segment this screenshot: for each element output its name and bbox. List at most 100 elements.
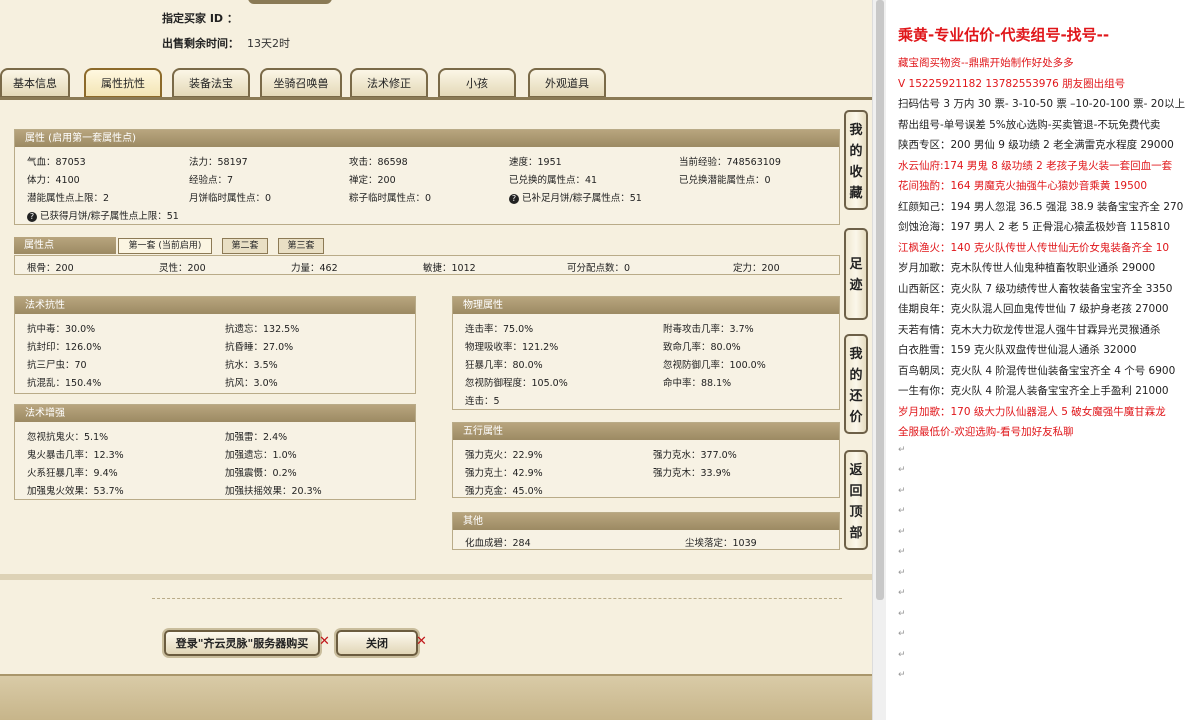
- attr-cell: 法力：58197: [189, 157, 248, 168]
- physical-cell: 命中率：88.1%: [663, 378, 732, 389]
- enhance-cell: 鬼火暴击几率：12.3%: [27, 450, 124, 461]
- vertical-scrollbar[interactable]: [872, 0, 886, 720]
- attr-cell: 月饼临时属性点：0: [189, 193, 272, 204]
- paragraph-mark: ↵: [898, 649, 906, 660]
- element-panel-title: 五行属性: [453, 423, 839, 440]
- physical-cell: 连击：5: [465, 396, 500, 407]
- point-cell: 根骨：200: [27, 263, 74, 274]
- point-cell: 可分配点数：0: [567, 263, 631, 274]
- scrollbar-thumb[interactable]: [876, 0, 884, 600]
- tab-basic-info[interactable]: 基本信息: [0, 68, 70, 98]
- tab-appearance[interactable]: 外观道具: [528, 68, 606, 98]
- attr-cell: 攻击：86598: [349, 157, 408, 168]
- doc-line: 水云仙府:174 男鬼 8 级功绩 2 老孩子鬼火装一套回血一套: [898, 159, 1173, 172]
- attr-cell-with-help: ? 已获得月饼/粽子属性点上限：51: [27, 208, 179, 222]
- attr-cell: 体力：4100: [27, 175, 80, 186]
- attributes-panel-title: 属性 (启用第一套属性点): [15, 130, 839, 147]
- element-cell: 强力克水：377.0%: [653, 450, 737, 461]
- login-purchase-button[interactable]: 登录"齐云灵脉"服务器购买: [164, 630, 320, 656]
- resist-cell: 抗水：3.5%: [225, 360, 278, 371]
- resist-cell: 抗封印：126.0%: [27, 342, 102, 353]
- game-window: 指定买家 ID ： 出售剩余时间： 13天2时 基本信息 属性抗性 装备法宝 坐…: [0, 0, 872, 720]
- doc-line: 一生有你：克火队 4 阶混人装备宝宝齐全上手盈利 21000: [898, 385, 1169, 397]
- resist-cell: 抗中毒：30.0%: [27, 324, 96, 335]
- resist-cell: 抗风：3.0%: [225, 378, 278, 389]
- element-cell: 强力克金：45.0%: [465, 486, 543, 497]
- enhance-cell: 加强雷：2.4%: [225, 432, 288, 443]
- footprint-button[interactable]: 足迹: [844, 228, 868, 320]
- point-cell: 定力：200: [733, 263, 780, 274]
- physical-cell: 物理吸收率：121.2%: [465, 342, 559, 353]
- doc-line: 岁月加歌：克木队传世人仙鬼种植畜牧职业通杀 29000: [898, 262, 1156, 274]
- subtab-set-3[interactable]: 第三套: [278, 238, 324, 254]
- paragraph-mark: ↵: [898, 629, 906, 639]
- attr-cell: 粽子临时属性点：0: [349, 193, 432, 204]
- tab-spell-correction[interactable]: 法术修正: [350, 68, 428, 98]
- attr-cell: 已兑换的属性点：41: [509, 175, 598, 186]
- attr-cell: 速度：1951: [509, 157, 562, 168]
- physical-cell: 忽视防御程度：105.0%: [465, 378, 568, 389]
- paragraph-mark: ↵: [898, 465, 906, 475]
- enhance-cell: 火系狂暴几率：9.4%: [27, 468, 118, 479]
- point-cell: 敏捷：1012: [423, 263, 476, 274]
- doc-line: 天若有情：克木大力砍龙传世混人强牛甘霖异光灵猴通杀: [898, 323, 1161, 336]
- spell-enhance-panel: 法术增强 忽视抗鬼火：5.1% 加强雷：2.4% 鬼火暴击几率：12.3% 加强…: [14, 404, 416, 500]
- time-left-label: 出售剩余时间：: [162, 37, 239, 50]
- attr-cell: 经验点：7: [189, 175, 234, 186]
- subtab-set-2[interactable]: 第二套: [222, 238, 268, 254]
- doc-line: 扫码估号 3 万内 30 票- 3-10-50 票 –10-20-100 票- …: [898, 98, 1186, 110]
- help-icon[interactable]: ?: [27, 212, 37, 222]
- window-bottom-border: [0, 674, 872, 720]
- top-button-edge[interactable]: [248, 0, 332, 4]
- tab-divider: [0, 97, 872, 100]
- enhance-cell: 加强扶摇效果：20.3%: [225, 486, 322, 497]
- resist-cell: 抗昏睡：27.0%: [225, 342, 294, 353]
- doc-line: 帮出组号-单号误差 5%放心选购-买卖管退-不玩免费代卖: [898, 118, 1161, 131]
- subtab-set-1[interactable]: 第一套 (当前启用): [118, 238, 212, 254]
- my-favorites-button[interactable]: 我的收藏: [844, 110, 868, 210]
- paragraph-mark: ↵: [898, 608, 906, 619]
- doc-line: 全服最低价-欢迎选购-看号加好友私聊: [898, 426, 1074, 438]
- document-panel: 乘黄-专业估价-代卖组号-找号-- 藏宝阁买物资--鼎鼎开始制作好处多多 V 152…: [886, 0, 1188, 720]
- doc-line: 藏宝阁买物资--鼎鼎开始制作好处多多: [898, 57, 1074, 69]
- tab-attributes-resist[interactable]: 属性抗性: [84, 68, 162, 98]
- my-bargain-button[interactable]: 我的还价: [844, 334, 868, 434]
- doc-line: 红颜知己：194 男人忽混 36.5 强混 38.9 装备宝宝齐全 270: [898, 200, 1184, 213]
- enhance-cell: 忽视抗鬼火：5.1%: [27, 432, 109, 443]
- doc-line: 佳期良年：克火队混人回血鬼传世仙 7 级护身老孩 27000: [898, 303, 1169, 315]
- divider-bar: [0, 574, 872, 580]
- paragraph-mark: ↵: [898, 670, 906, 680]
- paragraph-mark: ↵: [898, 526, 906, 537]
- enhance-panel-title: 法术增强: [15, 405, 415, 422]
- physical-cell: 狂暴几率：80.0%: [465, 360, 543, 371]
- doc-line: 白衣胜雪：159 克火队双盘传世仙混人通杀 32000: [898, 344, 1137, 356]
- close-button[interactable]: 关闭: [336, 630, 418, 656]
- doc-line: 花间独酌：164 男魔克火抽强牛心猿妙音乘黄 19500: [898, 180, 1148, 192]
- paragraph-mark: ↵: [898, 547, 906, 557]
- physical-cell: 连击率：75.0%: [465, 324, 534, 335]
- doc-line: 陕西专区：200 男仙 9 级功绩 2 老全满雷克水程度 29000: [898, 139, 1174, 151]
- tab-equipment[interactable]: 装备法宝: [172, 68, 250, 98]
- resist-panel-title: 法术抗性: [15, 297, 415, 314]
- enhance-cell: 加强遗忘：1.0%: [225, 450, 297, 461]
- physical-panel-title: 物理属性: [453, 297, 839, 314]
- enhance-cell: 加强震慑：0.2%: [225, 468, 297, 479]
- points-panel-title: 属性点: [14, 237, 116, 254]
- enhance-cell: 加强鬼火效果：53.7%: [27, 486, 124, 497]
- attr-cell: 气血：87053: [27, 157, 86, 168]
- tab-mounts-summons[interactable]: 坐骑召唤兽: [260, 68, 342, 98]
- help-icon[interactable]: ?: [509, 194, 519, 204]
- back-to-top-button[interactable]: 返回顶部: [844, 450, 868, 550]
- spell-resist-panel: 法术抗性 抗中毒：30.0% 抗遗忘：132.5% 抗封印：126.0% 抗昏睡…: [14, 296, 416, 394]
- resist-cell: 抗混乱：150.4%: [27, 378, 102, 389]
- doc-line: 剑蚀沧海：197 男人 2 老 5 正骨混心猿孟极妙音 115810: [898, 221, 1171, 233]
- point-cell: 灵性：200: [159, 263, 206, 274]
- tab-child[interactable]: 小孩: [438, 68, 516, 98]
- other-cell: 尘埃落定：1039: [685, 538, 757, 549]
- element-panel: 五行属性 强力克火：22.9% 强力克水：377.0% 强力克土：42.9% 强…: [452, 422, 840, 498]
- attributes-panel: 属性 (启用第一套属性点) 气血：87053 法力：58197 攻击：86598…: [14, 129, 840, 225]
- paragraph-mark: ↵: [898, 506, 906, 516]
- close-x-icon: ✕: [416, 634, 427, 649]
- buyer-id-label: 指定买家 ID ：: [162, 12, 238, 25]
- element-cell: 强力克火：22.9%: [465, 450, 543, 461]
